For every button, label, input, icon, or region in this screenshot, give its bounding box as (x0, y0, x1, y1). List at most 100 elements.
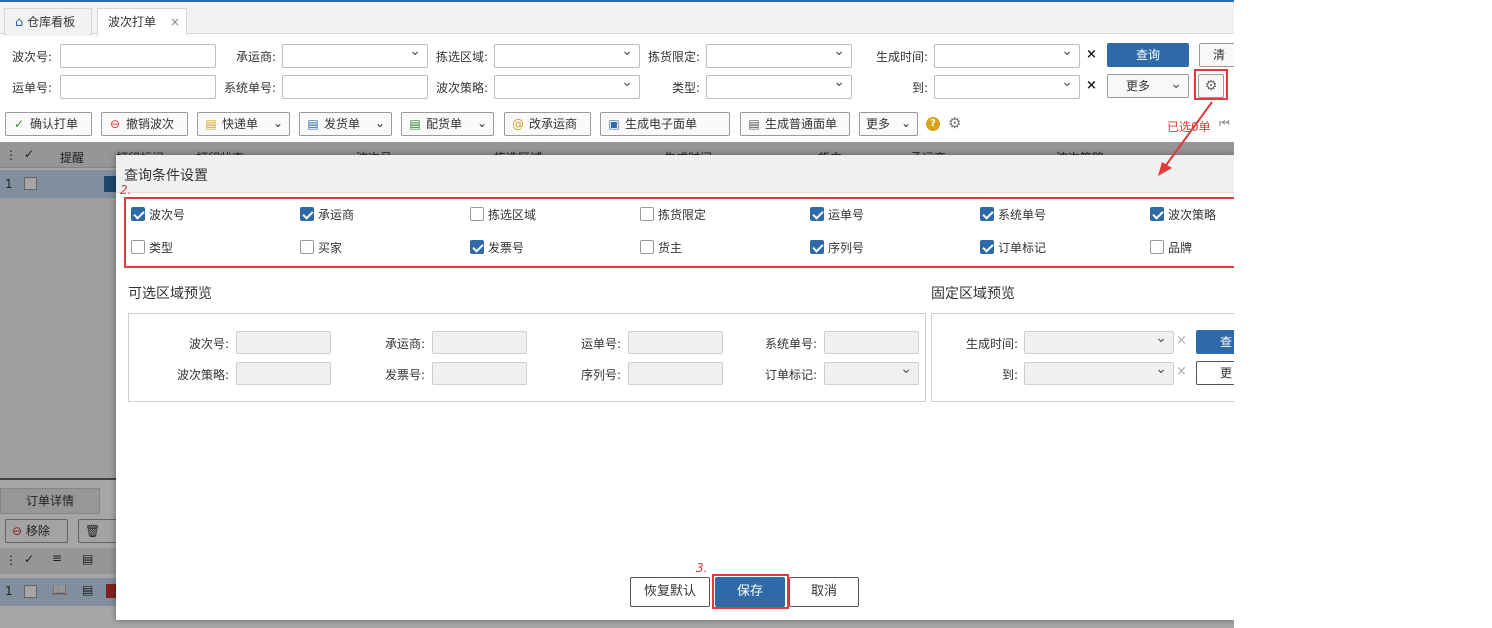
save-button[interactable]: 保存 (715, 577, 785, 607)
checkbox[interactable] (640, 207, 654, 221)
ship-dropdown[interactable]: ▤ 发货单 ⌄ (299, 112, 392, 136)
preview-label: 波次策略: (176, 368, 229, 382)
at-icon: @ (512, 117, 524, 131)
checkbox[interactable] (131, 207, 145, 221)
printer-icon: ▤ (409, 117, 421, 131)
annotation-arrow (1158, 101, 1213, 176)
close-icon[interactable]: × (170, 9, 180, 35)
preview-label: 波次号: (188, 337, 229, 351)
annotation-step2: 2. (120, 183, 132, 197)
home-icon: ⌂ (15, 15, 24, 30)
chevron-down-icon: ⌄ (900, 116, 911, 130)
document-icon: ▤ (748, 117, 760, 131)
preview-input (236, 331, 331, 354)
type-select[interactable] (706, 74, 852, 99)
clear-time-icon[interactable]: × (1086, 47, 1097, 62)
type-label: 类型: (672, 81, 701, 95)
check-icon: ✓ (13, 117, 25, 131)
preview-more-button: 更 (1196, 361, 1234, 385)
preview-label: 订单标记: (764, 368, 817, 382)
cancel-wave-button[interactable]: ⊖ 撤销波次 (101, 112, 188, 136)
gen-normal-button[interactable]: ▤ 生成普通面单 (740, 112, 850, 136)
preview-input (628, 362, 723, 385)
express-dropdown[interactable]: ▤ 快递单 ⌄ (197, 112, 290, 136)
query-button[interactable]: 查询 (1107, 43, 1189, 67)
gen-time-select[interactable] (934, 43, 1080, 68)
waybill-no-input[interactable] (60, 75, 216, 99)
system-no-label: 系统单号: (224, 81, 277, 95)
preview-input (432, 362, 527, 385)
checkbox[interactable] (470, 240, 484, 254)
preview-label: 运单号: (580, 337, 621, 351)
chevron-down-icon: ⌄ (476, 116, 487, 130)
checkbox[interactable] (300, 240, 314, 254)
to-label: 到: (912, 81, 929, 95)
preview-select (1024, 361, 1174, 385)
confirm-print-button[interactable]: ✓ 确认打单 (5, 112, 92, 136)
checkbox[interactable] (300, 207, 314, 221)
system-no-input[interactable] (282, 75, 428, 99)
fixed-area-title: 固定区域预览 (931, 286, 1015, 302)
checkbox[interactable] (810, 207, 824, 221)
pick-limit-label: 拣货限定: (648, 50, 701, 64)
optional-area-title: 可选区域预览 (128, 286, 212, 302)
waybill-no-label: 运单号: (12, 81, 53, 95)
tab-warehouse-board[interactable]: ⌂ 仓库看板 (4, 8, 92, 36)
checkbox[interactable] (980, 240, 994, 254)
restore-default-button[interactable]: 恢复默认 (630, 577, 710, 607)
wave-strategy-select[interactable] (494, 74, 640, 99)
clear-to-icon[interactable]: × (1086, 78, 1097, 93)
optional-area-preview: 波次号: 承运商: 运单号: 系统单号: 波次策略: 发票号: 序列号: 订单标… (128, 313, 926, 402)
pick-limit-select[interactable] (706, 43, 852, 68)
tab-bar: ⌂ 仓库看板 波次打单 × (0, 0, 1234, 36)
checkbox[interactable] (980, 207, 994, 221)
preview-input (236, 362, 331, 385)
clear-button[interactable]: 清 (1199, 43, 1234, 67)
document-icon: ▣ (608, 117, 620, 131)
dialog-header: 查询条件设置 (116, 155, 1234, 193)
preview-select (824, 361, 919, 385)
checkbox[interactable] (810, 240, 824, 254)
tab-wave-print[interactable]: 波次打单 × (97, 8, 187, 36)
help-icon[interactable]: ? (926, 117, 940, 131)
preview-label: 系统单号: (764, 337, 817, 351)
carrier-select[interactable] (282, 43, 428, 68)
fixed-area-preview: 生成时间: × 查 到: × 更 (931, 313, 1234, 402)
preview-label: 承运商: (384, 337, 425, 351)
wave-strategy-label: 波次策略: (436, 81, 489, 95)
chevron-down-icon: ⌄ (374, 116, 385, 130)
more-button[interactable]: 更多 (1107, 73, 1189, 98)
gear-icon[interactable]: ⚙ (948, 114, 961, 132)
preview-query-button: 查 (1196, 330, 1234, 354)
carrier-label: 承运商: (236, 50, 277, 64)
clear-icon: × (1176, 333, 1187, 348)
checkbox[interactable] (131, 240, 145, 254)
preview-select (1024, 330, 1174, 354)
preview-input (628, 331, 723, 354)
picking-dropdown[interactable]: ▤ 配货单 ⌄ (401, 112, 494, 136)
checkbox[interactable] (640, 240, 654, 254)
checkbox[interactable] (1150, 240, 1164, 254)
pick-area-label: 拣选区域: (436, 50, 489, 64)
to-time-select[interactable] (934, 74, 1080, 99)
checkbox[interactable] (1150, 207, 1164, 221)
wave-no-input[interactable] (60, 44, 216, 68)
clear-icon: × (1176, 364, 1187, 379)
printer-icon: ▤ (307, 117, 319, 131)
printer-icon: ▤ (205, 117, 217, 131)
change-carrier-button[interactable]: @ 改承运商 (504, 112, 591, 136)
minus-circle-icon: ⊖ (109, 117, 121, 131)
pick-area-select[interactable] (494, 43, 640, 68)
cancel-button[interactable]: 取消 (789, 577, 859, 607)
chevron-down-icon: ⌄ (272, 116, 283, 130)
first-page-icon[interactable]: ⏮ (1219, 116, 1230, 131)
preview-label: 生成时间: (965, 337, 1018, 351)
annotation-box-gear (1194, 69, 1228, 100)
query-settings-dialog: 查询条件设置 2. 波次号 承运商 拣选区域 拣货限定 运单号 系统单号 波次策… (116, 155, 1234, 620)
toolbar-more-dropdown[interactable]: 更多 ⌄ (859, 112, 918, 136)
preview-input (824, 331, 919, 354)
checkbox[interactable] (470, 207, 484, 221)
preview-label: 到: (1001, 368, 1018, 382)
preview-label: 发票号: (384, 368, 425, 382)
gen-e-waybill-button[interactable]: ▣ 生成电子面单 (600, 112, 730, 136)
